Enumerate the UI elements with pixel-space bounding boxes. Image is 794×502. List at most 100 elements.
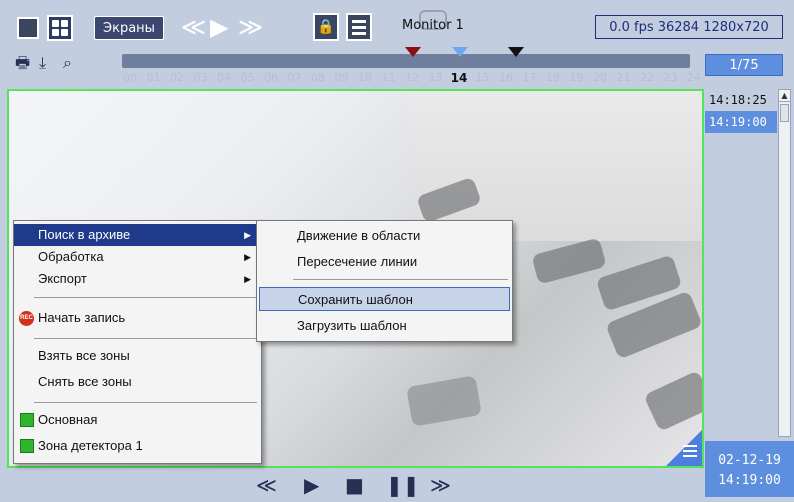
timeline-hour-label: 22 [640, 71, 654, 84]
date-time-display: 02-12-19 14:19:00 [705, 441, 794, 497]
menu-item-label: Начать запись [38, 310, 126, 325]
timeline-hour-label: 10 [358, 71, 372, 84]
menu-item-label: Взять все зоны [38, 348, 130, 363]
menu-divider [34, 402, 257, 403]
layout-grid-button[interactable] [47, 15, 73, 41]
rewind-icon[interactable]: ≪ [256, 473, 277, 497]
time-list-item[interactable]: 14:18:25 [705, 89, 777, 111]
timeline-hour-label: 09 [334, 71, 349, 84]
submenu-arrow-icon: ▶ [244, 230, 251, 240]
timeline-hour-label: 23 [663, 71, 678, 84]
grid-cell-icon [52, 20, 59, 27]
submenu-item-label: Сохранить шаблон [298, 292, 413, 307]
menu-divider [34, 297, 257, 298]
timeline-hour-label: 01 [146, 71, 161, 84]
menu-item-label: Экспорт [38, 271, 87, 286]
stream-status: 0.0 fps 36284 1280x720 [595, 15, 783, 39]
stop-icon[interactable]: ■ [345, 473, 364, 497]
submenu-item-motion-in-area[interactable]: Движение в области [257, 224, 512, 248]
fast-forward-icon[interactable]: ≫ [430, 473, 451, 497]
timeline-hour-label: 14 [450, 71, 468, 85]
timeline-hour-label: 19 [569, 71, 584, 84]
timeline-hour-label: 17 [522, 71, 537, 84]
timeline-hour-label: 11 [381, 71, 396, 84]
list-line-icon [352, 20, 366, 23]
submenu-item-label: Движение в области [297, 228, 421, 243]
time-list-item[interactable]: 14:19:00 [705, 111, 777, 133]
menu-item-arm-all-zones[interactable]: Взять все зоны [14, 345, 261, 367]
timeline-hour-label: 00 [123, 71, 137, 84]
monitor-label: Monitor 1 [402, 18, 464, 33]
list-view-button[interactable] [346, 13, 372, 41]
building-wall [409, 91, 702, 241]
timeline-hour-label: 21 [616, 71, 631, 84]
submenu-item-load-template[interactable]: Загрузить шаблон [257, 314, 512, 338]
date-value: 02-12-19 [718, 453, 781, 468]
menu-item-detector-zone-1[interactable]: Зона детектора 1 [14, 435, 261, 457]
menu-icon[interactable] [683, 445, 697, 460]
submenu-arrow-icon: ▶ [244, 252, 251, 262]
search-icon[interactable]: ⌕ [63, 54, 81, 72]
lock-icon[interactable]: 🔒 [313, 13, 339, 41]
timeline-marker-black[interactable] [508, 47, 524, 57]
time-value: 14:19:00 [718, 473, 781, 488]
timeline-hour-label: 04 [217, 71, 231, 84]
menu-item-label: Снять все зоны [38, 374, 132, 389]
menu-divider [34, 338, 257, 339]
play-screens-icon[interactable]: ▶ [210, 14, 228, 40]
timeline-hour-label: 03 [193, 71, 208, 84]
timeline-hour-label: 20 [593, 71, 607, 84]
menu-item-label: Основная [38, 412, 98, 427]
menu-item-label: Обработка [38, 249, 104, 264]
play-icon[interactable]: ▶ [304, 473, 319, 497]
menu-item-start-recording[interactable]: REC Начать запись [14, 307, 261, 329]
download-icon[interactable]: ⤓ [39, 54, 57, 72]
print-icon[interactable]: 🖶 [15, 54, 33, 72]
archive-search-submenu: Движение в области Пересечение линии Сох… [256, 220, 513, 342]
timeline-hour-label: 06 [264, 71, 278, 84]
event-time-list[interactable]: 14:18:25 14:19:00 [705, 89, 777, 439]
timeline-hours: 00 01 02 03 04 05 06 07 08 09 10 11 12 13 14 15 16 17 18 19… [122, 68, 701, 88]
menu-item-archive-search[interactable]: Поиск в архиве ▶ [14, 224, 261, 246]
timeline-hour-label: 13 [428, 71, 443, 84]
menu-item-label: Поиск в архиве [38, 227, 131, 242]
timeline-hour-label: 16 [499, 71, 513, 84]
timeline-hour-label: 18 [546, 71, 560, 84]
timeline-hour-label: 15 [475, 71, 490, 84]
timeline-hour-label: 24 [687, 71, 701, 84]
timeline-hour-label: 08 [311, 71, 325, 84]
rewind-screens-icon[interactable]: ≪ [181, 14, 206, 40]
menu-item-export[interactable]: Экспорт ▶ [14, 268, 261, 290]
screens-button[interactable]: Экраны [94, 16, 164, 40]
timeline-hour-label: 07 [287, 71, 302, 84]
scroll-up-icon[interactable]: ▲ [779, 90, 790, 102]
list-line-icon [352, 26, 366, 29]
timeline-hour-label: 12 [405, 71, 419, 84]
menu-item-zone-main[interactable]: Основная [14, 409, 261, 431]
submenu-arrow-icon: ▶ [244, 274, 251, 284]
scroll-thumb[interactable] [780, 104, 789, 122]
context-menu: Поиск в архиве ▶ Обработка ▶ Экспорт ▶ R… [13, 220, 262, 464]
parked-car [406, 375, 482, 427]
archive-tools: 🖶 ⤓ ⌕ [15, 54, 81, 72]
timeline-marker-red[interactable] [405, 47, 421, 57]
submenu-item-label: Загрузить шаблон [297, 318, 407, 333]
parked-car [531, 237, 607, 285]
menu-divider [293, 279, 508, 280]
grid-cell-icon [61, 29, 68, 36]
menu-item-processing[interactable]: Обработка ▶ [14, 246, 261, 268]
forward-screens-icon[interactable]: ≫ [238, 14, 263, 40]
timeline-marker-current[interactable] [452, 47, 468, 57]
menu-item-disarm-all-zones[interactable]: Снять все зоны [14, 371, 261, 393]
submenu-item-save-template[interactable]: Сохранить шаблон [259, 287, 510, 311]
pause-icon[interactable]: ❚❚ [386, 473, 420, 497]
single-view-button[interactable] [17, 17, 39, 39]
grid-cell-icon [61, 20, 68, 27]
zone-icon [20, 413, 34, 427]
zone-icon [20, 439, 34, 453]
grid-cell-icon [52, 29, 59, 36]
submenu-item-label: Пересечение линии [297, 254, 418, 269]
submenu-item-line-crossing[interactable]: Пересечение линии [257, 250, 512, 274]
time-list-scrollbar[interactable]: ▲ [778, 89, 791, 437]
menu-item-label: Зона детектора 1 [38, 438, 143, 453]
